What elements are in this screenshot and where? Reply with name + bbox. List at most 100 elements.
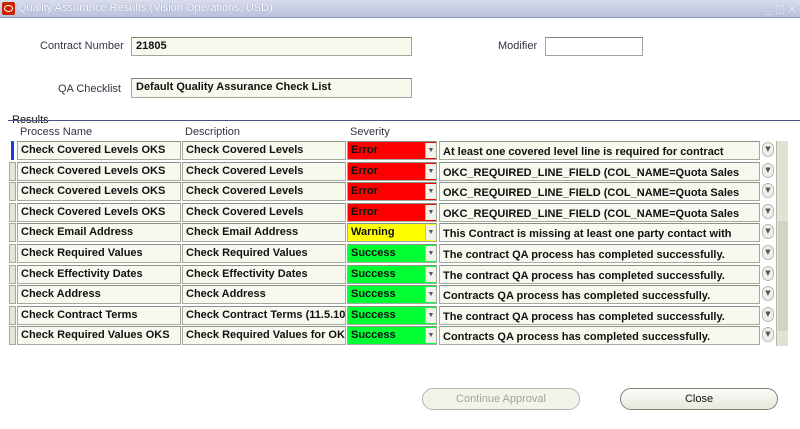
description-cell[interactable]: Check Covered Levels (182, 162, 346, 181)
dropdown-arrow-icon[interactable]: ▼ (425, 328, 436, 343)
message-cell[interactable]: The contract QA process has completed su… (439, 244, 760, 263)
message-cell[interactable]: At least one covered level line is requi… (439, 141, 760, 160)
table-row[interactable]: Check Effectivity Dates Check Effectivity… (9, 265, 776, 284)
table-row[interactable]: Check Covered Levels OKS Check Covered Le… (9, 141, 776, 160)
process-name-cell[interactable]: Check Required Values OKS (17, 326, 181, 345)
contract-number-field[interactable]: 21805 (131, 37, 412, 56)
process-name-cell[interactable]: Check Covered Levels OKS (17, 182, 181, 201)
row-indicator[interactable] (9, 306, 16, 325)
message-cell[interactable]: Contracts QA process has completed succe… (439, 285, 760, 304)
message-expand-icon[interactable]: ▼ (762, 327, 774, 342)
severity-value: Error (351, 206, 378, 218)
severity-value: Error (351, 165, 378, 177)
severity-select[interactable]: Success ▼ (347, 285, 437, 304)
description-cell[interactable]: Check Required Values (182, 244, 346, 263)
severity-value: Success (351, 268, 396, 280)
close-button[interactable]: Close (620, 388, 778, 410)
severity-select[interactable]: Success ▼ (347, 326, 437, 345)
minimize-icon[interactable]: _ (762, 1, 774, 16)
table-row[interactable]: Check Covered Levels OKS Check Covered Le… (9, 203, 776, 222)
process-name-cell[interactable]: Check Covered Levels OKS (17, 141, 181, 160)
severity-value: Error (351, 144, 378, 156)
process-name-cell[interactable]: Check Covered Levels OKS (17, 162, 181, 181)
row-indicator[interactable] (9, 162, 16, 181)
qa-checklist-label: QA Checklist (58, 83, 121, 95)
message-cell[interactable]: OKC_REQUIRED_LINE_FIELD (COL_NAME=Quota … (439, 162, 760, 181)
description-cell[interactable]: Check Effectivity Dates (182, 265, 346, 284)
row-indicator[interactable] (11, 141, 14, 160)
process-name-cell[interactable]: Check Address (17, 285, 181, 304)
dropdown-arrow-icon[interactable]: ▼ (425, 205, 436, 220)
dropdown-arrow-icon[interactable]: ▼ (425, 308, 436, 323)
message-cell[interactable]: Contracts QA process has completed succe… (439, 326, 760, 345)
table-row[interactable]: Check Covered Levels OKS Check Covered Le… (9, 162, 776, 181)
message-expand-icon[interactable]: ▼ (762, 204, 774, 219)
row-indicator[interactable] (9, 285, 16, 304)
severity-select[interactable]: Error ▼ (347, 141, 437, 160)
row-indicator[interactable] (9, 182, 16, 201)
severity-select[interactable]: Error ▼ (347, 182, 437, 201)
process-name-cell[interactable]: Check Required Values (17, 244, 181, 263)
message-expand-icon[interactable]: ▼ (762, 266, 774, 281)
table-row[interactable]: Check Required Values Check Required Valu… (9, 244, 776, 263)
message-expand-icon[interactable]: ▼ (762, 224, 774, 239)
dropdown-arrow-icon[interactable]: ▼ (425, 267, 436, 282)
table-row[interactable]: Check Email Address Check Email Address Wa… (9, 223, 776, 242)
row-indicator[interactable] (9, 326, 16, 345)
table-row[interactable]: Check Contract Terms Check Contract Terms… (9, 306, 776, 325)
dropdown-arrow-icon[interactable]: ▼ (425, 184, 436, 199)
dropdown-arrow-icon[interactable]: ▼ (425, 287, 436, 302)
process-name-cell[interactable]: Check Effectivity Dates (17, 265, 181, 284)
severity-select[interactable]: Error ▼ (347, 162, 437, 181)
message-expand-icon[interactable]: ▼ (762, 183, 774, 198)
description-cell[interactable]: Check Email Address (182, 223, 346, 242)
description-cell[interactable]: Check Covered Levels (182, 182, 346, 201)
row-indicator[interactable] (9, 203, 16, 222)
dropdown-arrow-icon[interactable]: ▼ (425, 164, 436, 179)
message-cell[interactable]: The contract QA process has completed su… (439, 306, 760, 325)
table-row[interactable]: Check Required Values OKS Check Required … (9, 326, 776, 345)
row-indicator[interactable] (9, 265, 16, 284)
modifier-field[interactable] (545, 37, 643, 56)
window-title: Quality Assurance Results (Vision Operat… (18, 2, 273, 14)
table-row[interactable]: Check Covered Levels OKS Check Covered Le… (9, 182, 776, 201)
message-expand-icon[interactable]: ▼ (762, 163, 774, 178)
message-cell[interactable]: This Contract is missing at least one pa… (439, 223, 760, 242)
table-row[interactable]: Check Address Check Address Success ▼ Contra… (9, 285, 776, 304)
maximize-icon[interactable]: □ (774, 1, 786, 16)
severity-select[interactable]: Success ▼ (347, 265, 437, 284)
message-expand-icon[interactable]: ▼ (762, 307, 774, 322)
message-expand-icon[interactable]: ▼ (762, 286, 774, 301)
results-vertical-scrollbar[interactable] (776, 141, 788, 346)
column-header-description: Description (185, 126, 241, 138)
close-window-icon[interactable]: × (786, 1, 798, 16)
severity-value: Success (351, 309, 396, 321)
dropdown-arrow-icon[interactable]: ▼ (425, 143, 436, 158)
process-name-cell[interactable]: Check Covered Levels OKS (17, 203, 181, 222)
severity-value: Success (351, 288, 396, 300)
dropdown-arrow-icon[interactable]: ▼ (425, 225, 436, 240)
description-cell[interactable]: Check Covered Levels (182, 203, 346, 222)
row-indicator[interactable] (9, 223, 16, 242)
row-indicator[interactable] (9, 244, 16, 263)
process-name-cell[interactable]: Check Email Address (17, 223, 181, 242)
message-expand-icon[interactable]: ▼ (762, 142, 774, 157)
description-cell[interactable]: Check Required Values for OK (182, 326, 346, 345)
message-cell[interactable]: The contract QA process has completed su… (439, 265, 760, 284)
process-name-cell[interactable]: Check Contract Terms (17, 306, 181, 325)
description-cell[interactable]: Check Contract Terms (11.5.10 (182, 306, 346, 325)
scrollbar-thumb[interactable] (778, 221, 788, 331)
qa-checklist-field[interactable]: Default Quality Assurance Check List (131, 78, 412, 98)
message-expand-icon[interactable]: ▼ (762, 245, 774, 260)
continue-approval-button[interactable]: Continue Approval (422, 388, 580, 410)
severity-select[interactable]: Warning ▼ (347, 223, 437, 242)
dropdown-arrow-icon[interactable]: ▼ (425, 246, 436, 261)
contract-number-label: Contract Number (40, 40, 124, 52)
severity-select[interactable]: Error ▼ (347, 203, 437, 222)
message-cell[interactable]: OKC_REQUIRED_LINE_FIELD (COL_NAME=Quota … (439, 203, 760, 222)
severity-select[interactable]: Success ▼ (347, 244, 437, 263)
message-cell[interactable]: OKC_REQUIRED_LINE_FIELD (COL_NAME=Quota … (439, 182, 760, 201)
description-cell[interactable]: Check Address (182, 285, 346, 304)
severity-select[interactable]: Success ▼ (347, 306, 437, 325)
description-cell[interactable]: Check Covered Levels (182, 141, 346, 160)
